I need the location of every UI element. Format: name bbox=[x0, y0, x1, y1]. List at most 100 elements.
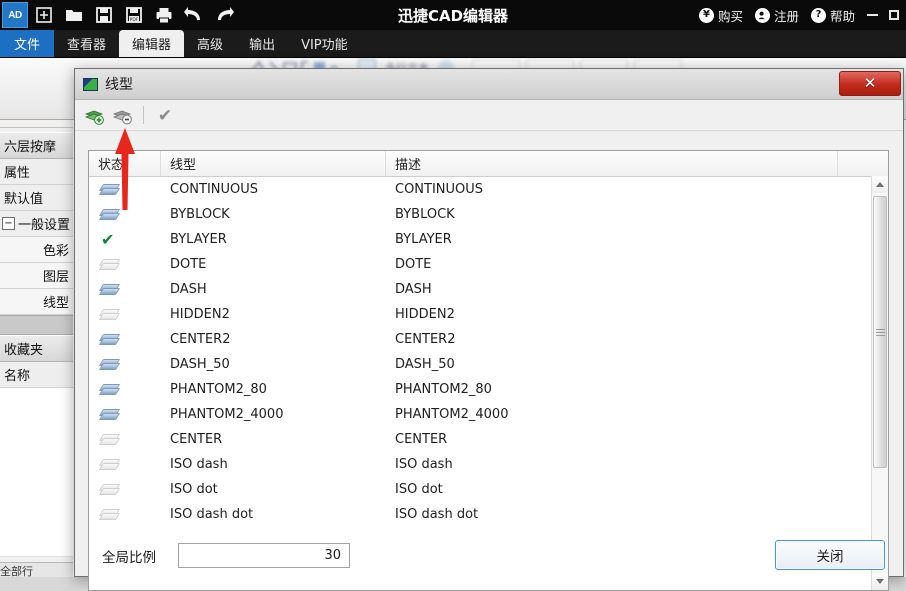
table-row[interactable]: CONTINUOUS CONTINUOUS bbox=[89, 177, 888, 202]
layer-status-icon bbox=[98, 484, 121, 495]
dialog-title: 线型 bbox=[105, 77, 133, 93]
table-row[interactable]: BYBLOCK BYBLOCK bbox=[89, 202, 888, 227]
row-description: ISO dash dot bbox=[395, 507, 479, 522]
question-icon: ? bbox=[810, 7, 826, 23]
table-row[interactable]: ISO dash ISO dash bbox=[89, 452, 888, 477]
scroll-up-button[interactable] bbox=[872, 176, 888, 193]
panel-item-layer[interactable]: 图层 bbox=[0, 263, 73, 289]
register-label: 注册 bbox=[773, 8, 799, 24]
panel-section-properties[interactable]: 属性 bbox=[0, 159, 73, 185]
layer-status-icon bbox=[98, 284, 121, 295]
table-row[interactable]: CENTER CENTER bbox=[89, 427, 888, 452]
save-pdf-icon[interactable]: PDF bbox=[120, 2, 148, 28]
row-linetype-name: ISO dash bbox=[170, 457, 228, 472]
row-linetype-name: ISO dash dot bbox=[170, 507, 254, 522]
tab-viewer[interactable]: 查看器 bbox=[54, 30, 119, 57]
save-icon[interactable] bbox=[90, 2, 118, 28]
panel-item-color[interactable]: 色彩 bbox=[0, 237, 73, 263]
global-scale-label: 全局比例 bbox=[102, 549, 156, 566]
panel-section-defaults[interactable]: 默认值 bbox=[0, 185, 73, 211]
row-status-cell bbox=[89, 209, 161, 220]
layer-status-icon bbox=[98, 184, 121, 195]
row-status-cell bbox=[89, 434, 161, 445]
table-row[interactable]: ISO dash dot ISO dash dot bbox=[89, 502, 888, 527]
row-description: BYLAYER bbox=[395, 232, 452, 247]
panel-group-general-settings[interactable]: − 一般设置 bbox=[0, 211, 73, 237]
yen-icon: ¥ bbox=[698, 7, 714, 23]
chevron-down-icon bbox=[876, 579, 884, 584]
panel-divider bbox=[0, 127, 73, 128]
row-linetype-name: CONTINUOUS bbox=[170, 182, 259, 197]
new-icon[interactable] bbox=[30, 2, 58, 28]
table-row[interactable]: CENTER2 CENTER2 bbox=[89, 327, 888, 352]
column-header-linetype[interactable]: 线型 bbox=[161, 151, 386, 176]
tab-file[interactable]: 文件 bbox=[0, 30, 55, 57]
buy-button[interactable]: ¥ 购买 bbox=[694, 2, 748, 28]
maximize-button[interactable] bbox=[884, 2, 904, 28]
list-body[interactable]: CONTINUOUS CONTINUOUS BYBLOCK BYBLOCK ✔ BYLAY… bbox=[89, 177, 888, 590]
table-row[interactable]: DASH_50 DASH_50 bbox=[89, 352, 888, 377]
row-linetype-name: DASH_50 bbox=[170, 357, 230, 372]
column-header-status[interactable]: 状态 bbox=[89, 151, 161, 176]
row-status-cell bbox=[89, 309, 161, 320]
panel-bottom-strip: 全部行 bbox=[0, 562, 73, 577]
row-description: CONTINUOUS bbox=[395, 182, 484, 197]
row-linetype-name: CENTER2 bbox=[170, 332, 231, 347]
quick-access-toolbar: AD PDF bbox=[0, 2, 238, 28]
row-status-cell bbox=[89, 384, 161, 395]
table-row[interactable]: DOTE DOTE bbox=[89, 252, 888, 277]
row-status-cell bbox=[89, 459, 161, 470]
redo-icon[interactable] bbox=[210, 2, 238, 28]
panel-item-linetype[interactable]: 线型 bbox=[0, 289, 73, 315]
tab-vip[interactable]: VIP功能 bbox=[288, 30, 361, 57]
minimize-button[interactable] bbox=[862, 2, 882, 28]
close-button[interactable]: 关闭 bbox=[775, 540, 885, 570]
tab-editor[interactable]: 编辑器 bbox=[119, 30, 185, 57]
title-bar: AD PDF 迅捷CAD编辑器 ¥ 购买 注册 ? 帮助 bbox=[0, 0, 906, 30]
row-description: HIDDEN2 bbox=[395, 307, 455, 322]
list-scrollbar[interactable] bbox=[871, 176, 888, 590]
load-linetype-button[interactable] bbox=[83, 104, 105, 126]
undo-icon[interactable] bbox=[180, 2, 208, 28]
buy-label: 购买 bbox=[717, 8, 743, 24]
tab-output[interactable]: 输出 bbox=[236, 30, 288, 57]
table-row[interactable]: DASH DASH bbox=[89, 277, 888, 302]
column-header-description[interactable]: 描述 bbox=[386, 151, 838, 176]
favorites-list[interactable] bbox=[0, 388, 73, 557]
set-current-button[interactable]: ✔ bbox=[154, 104, 176, 126]
print-icon[interactable] bbox=[150, 2, 178, 28]
row-status-cell bbox=[89, 334, 161, 345]
open-folder-icon[interactable] bbox=[60, 2, 88, 28]
table-row[interactable]: ISO dot ISO dot bbox=[89, 477, 888, 502]
table-row[interactable]: PHANTOM2_80 PHANTOM2_80 bbox=[89, 377, 888, 402]
row-description: DASH_50 bbox=[395, 357, 455, 372]
row-linetype-name: DASH bbox=[170, 282, 207, 297]
row-description: CENTER2 bbox=[395, 332, 456, 347]
help-button[interactable]: ? 帮助 bbox=[806, 2, 860, 28]
row-status-cell bbox=[89, 259, 161, 270]
row-description: BYBLOCK bbox=[395, 207, 455, 222]
layer-status-icon bbox=[98, 384, 121, 395]
panel-spacer bbox=[0, 315, 73, 335]
layer-status-icon bbox=[98, 359, 121, 370]
table-row[interactable]: ✔ BYLAYER BYLAYER bbox=[89, 227, 888, 252]
row-status-cell: ✔ bbox=[89, 231, 161, 248]
column-header-extra[interactable] bbox=[838, 151, 888, 176]
register-button[interactable]: 注册 bbox=[750, 2, 804, 28]
scrollbar-thumb[interactable] bbox=[873, 196, 887, 468]
close-icon: ✕ bbox=[863, 74, 877, 92]
tab-advanced[interactable]: 高级 bbox=[184, 30, 236, 57]
table-row[interactable]: PHANTOM2_4000 PHANTOM2_4000 bbox=[89, 402, 888, 427]
favorites-bar[interactable]: 收藏夹 bbox=[0, 335, 73, 362]
layer-status-icon bbox=[98, 309, 121, 320]
collapse-expander-icon[interactable]: − bbox=[2, 217, 15, 230]
toolbar-divider bbox=[143, 106, 144, 124]
row-description: DASH bbox=[395, 282, 432, 297]
layer-status-icon bbox=[98, 509, 121, 520]
panel-group-label: 一般设置 bbox=[18, 218, 71, 233]
row-status-cell bbox=[89, 484, 161, 495]
global-scale-input[interactable]: 30 bbox=[178, 543, 350, 568]
dialog-close-button[interactable]: ✕ bbox=[839, 71, 901, 96]
table-row[interactable]: HIDDEN2 HIDDEN2 bbox=[89, 302, 888, 327]
delete-linetype-button[interactable] bbox=[111, 104, 133, 126]
